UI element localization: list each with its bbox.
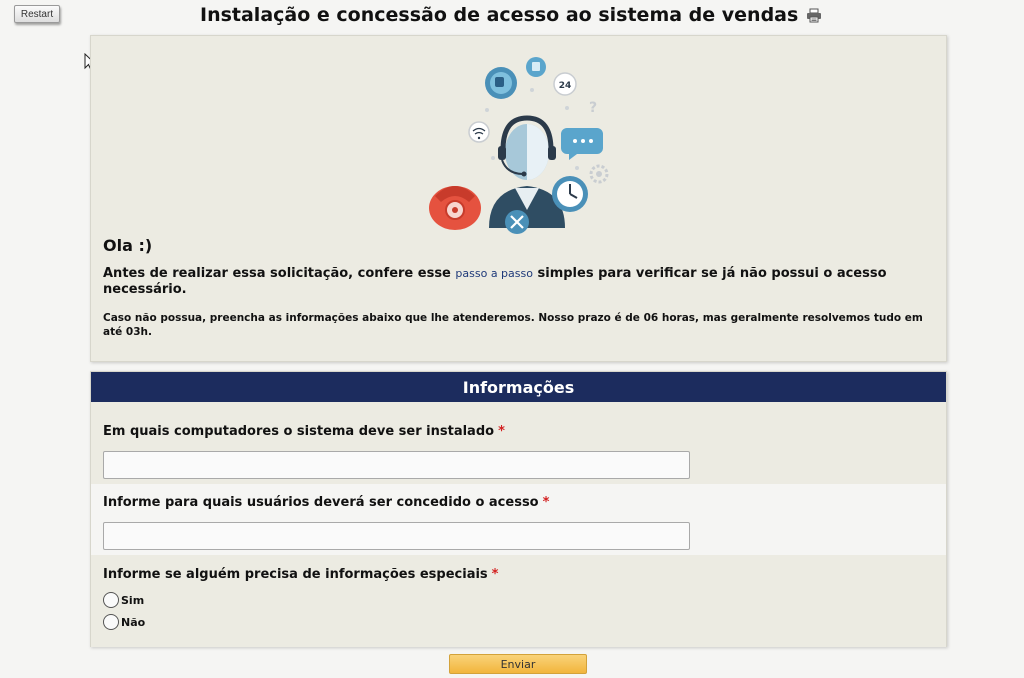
required-marker: * — [542, 495, 550, 510]
section-header-informacoes: Informações — [91, 372, 946, 402]
page-title-text: Instalação e concessão de acesso ao sist… — [200, 4, 799, 26]
radio-option-nao[interactable]: Não — [103, 614, 145, 630]
computers-input[interactable] — [103, 451, 690, 479]
intro-text-before-link: Antes de realizar essa solicitação, conf… — [103, 266, 456, 281]
page-title: Instalação e concessão de acesso ao sist… — [200, 4, 822, 26]
intro-instructions: Antes de realizar essa solicitação, conf… — [103, 266, 893, 298]
restart-button[interactable]: Restart — [14, 5, 60, 23]
radio-button-nao[interactable] — [103, 614, 119, 630]
support-agent-illustration: 24 ? — [429, 57, 609, 234]
required-marker: * — [498, 424, 505, 439]
radio-button-sim[interactable] — [103, 592, 119, 608]
svg-text:24: 24 — [559, 81, 572, 91]
intro-note: Caso não possua, preencha as informações… — [103, 312, 923, 338]
radio-label-nao: Não — [121, 615, 146, 629]
information-form: Informações Em quais computadores o sist… — [90, 371, 947, 647]
question-special-info-label: Informe se alguém precisa de informações… — [103, 567, 499, 582]
svg-text:?: ? — [589, 100, 597, 116]
step-by-step-link[interactable]: passo a passo — [455, 267, 533, 280]
users-input[interactable] — [103, 522, 690, 550]
intro-panel: 24 ? Ola :) Antes de realizar essa solic… — [90, 35, 947, 362]
radio-label-sim: Sim — [121, 593, 145, 607]
question-special-info: Informe se alguém precisa de informações… — [91, 555, 946, 647]
greeting-heading: Ola :) — [103, 236, 153, 255]
printer-icon[interactable] — [806, 8, 822, 23]
radio-option-sim[interactable]: Sim — [103, 592, 144, 608]
question-users-label: Informe para quais usuários deverá ser c… — [103, 495, 550, 510]
question-computers: Em quais computadores o sistema deve ser… — [91, 402, 946, 484]
submit-button[interactable]: Enviar — [449, 654, 587, 674]
question-users: Informe para quais usuários deverá ser c… — [91, 484, 946, 555]
question-computers-label: Em quais computadores o sistema deve ser… — [103, 424, 505, 439]
required-marker: * — [491, 567, 499, 582]
